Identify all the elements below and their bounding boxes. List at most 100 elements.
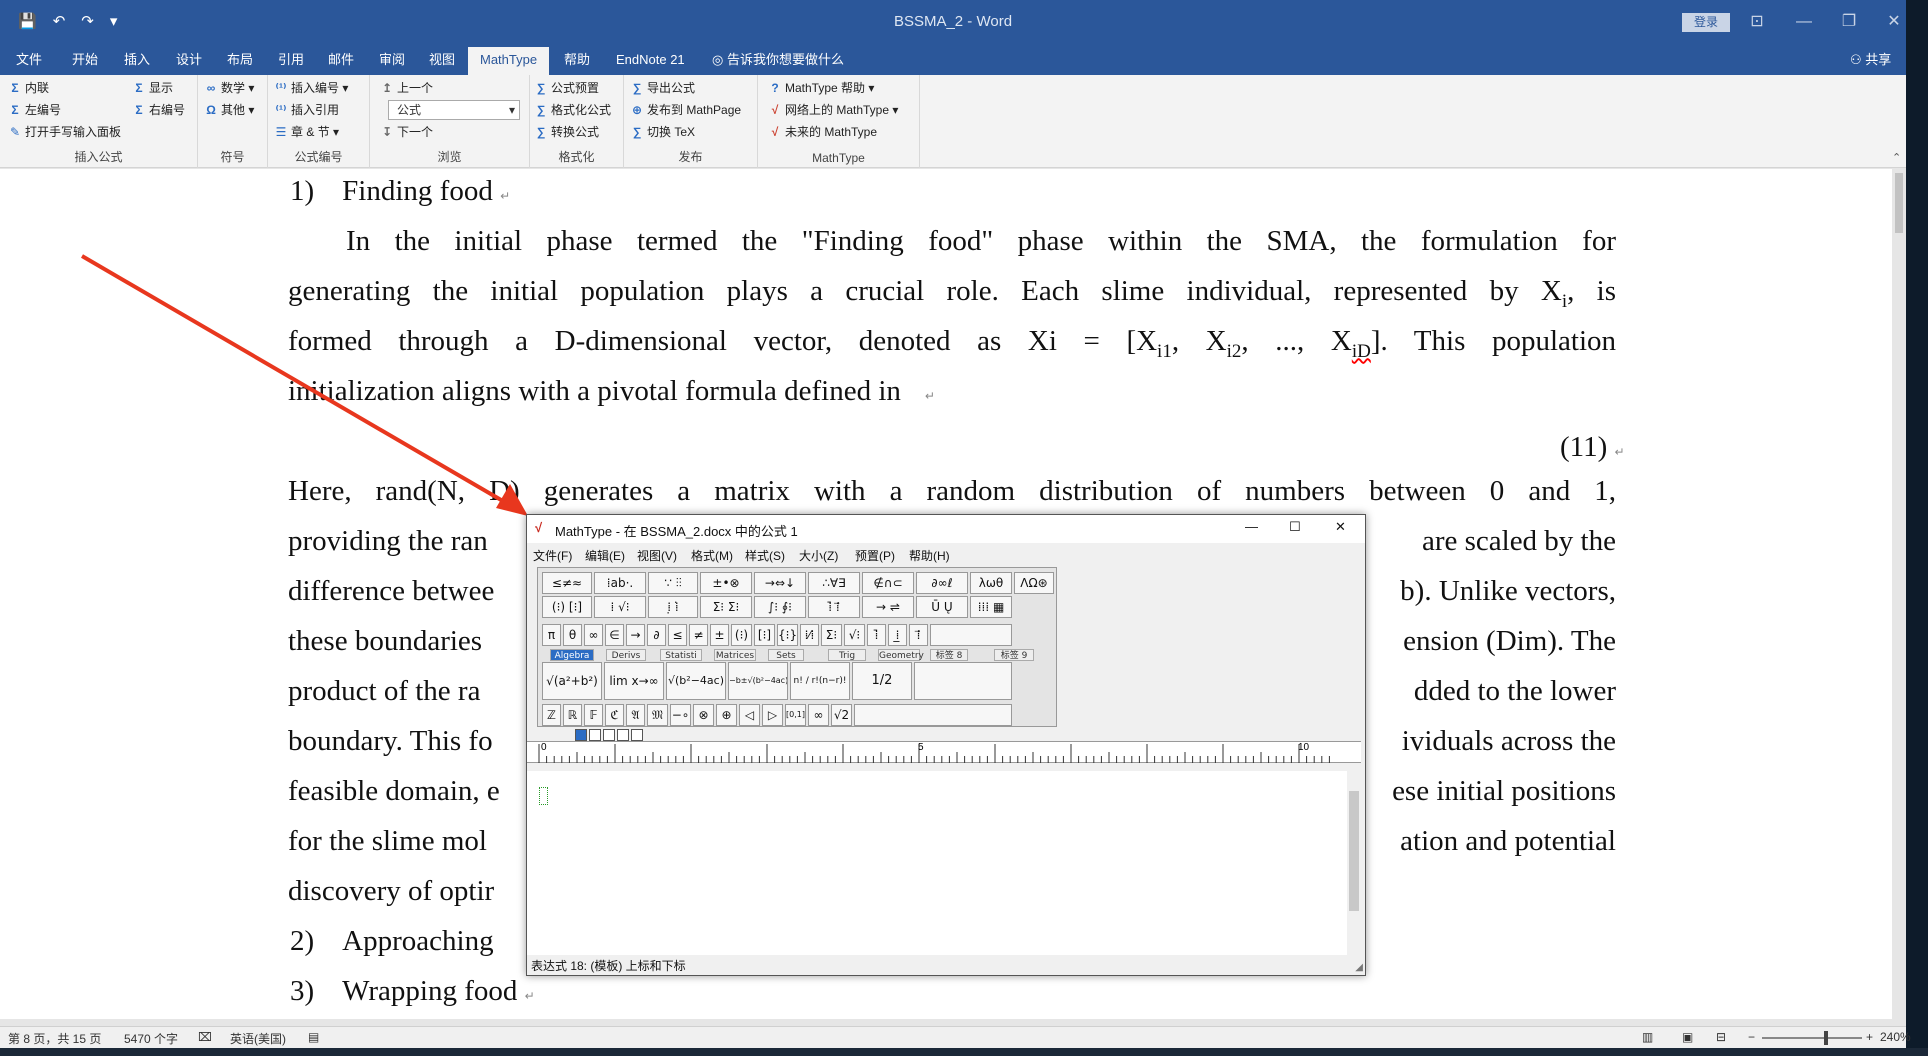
symbol-interval[interactable]: [0,1]: [785, 704, 806, 726]
language-indicator[interactable]: 英语(美国): [230, 1030, 286, 1047]
word-count[interactable]: 5470 个字: [124, 1030, 178, 1047]
symbol-fraktur-m[interactable]: 𝔐: [647, 704, 668, 726]
zoom-slider[interactable]: [1762, 1031, 1862, 1045]
palette-greek-lower[interactable]: λωθ: [970, 572, 1012, 594]
symbol-leq[interactable]: ≤: [668, 624, 687, 646]
symbol-infinity-small[interactable]: ∞: [808, 704, 829, 726]
symbol-oplus[interactable]: ⊕: [716, 704, 737, 726]
decimal-tab-icon[interactable]: [617, 729, 629, 741]
template-hypotenuse[interactable]: √(a²+b²): [542, 662, 602, 700]
template-empty-slot[interactable]: [914, 662, 1012, 700]
mt-close-button[interactable]: ✕: [1335, 519, 1346, 535]
palette-subscripts[interactable]: ⁞̣ ⁞̇: [648, 596, 698, 618]
palette-fences[interactable]: (⁝) [⁝]: [542, 596, 592, 618]
palette-operators[interactable]: ±•⊗: [700, 572, 752, 594]
left-tab-icon[interactable]: [575, 729, 587, 741]
symbol-reals[interactable]: ℝ: [563, 704, 582, 726]
palette-greek-upper[interactable]: ΛΩ⊛: [1014, 572, 1054, 594]
mt-menu-help[interactable]: 帮助(H): [909, 547, 950, 564]
mt-menu-file[interactable]: 文件(F): [533, 547, 572, 564]
symbol-fraktur-a[interactable]: 𝔄: [626, 704, 645, 726]
zoom-in-button[interactable]: +: [1866, 1030, 1873, 1044]
zoom-level[interactable]: 240%: [1880, 1030, 1911, 1044]
template-underbar[interactable]: ⁞̲: [888, 624, 907, 646]
right-tab-icon[interactable]: [603, 729, 615, 741]
palette-products[interactable]: Ū Ų: [916, 596, 968, 618]
web-layout-icon[interactable]: ⊟: [1716, 1030, 1726, 1044]
symbol-infinity[interactable]: ∞: [584, 624, 603, 646]
tab-algebra[interactable]: Algebra: [550, 649, 594, 661]
template-overbar[interactable]: ⁞̄: [867, 624, 886, 646]
read-mode-icon[interactable]: ▥: [1642, 1030, 1653, 1044]
palette-summations[interactable]: Σ⁝ Σ⁝: [700, 596, 752, 618]
mt-menu-format[interactable]: 格式(M): [691, 547, 733, 564]
tab-9[interactable]: 标签 9: [994, 649, 1034, 661]
tab-8[interactable]: 标签 8: [930, 649, 968, 661]
template-vector[interactable]: ⁞⃗: [909, 624, 928, 646]
bar-tab-icon[interactable]: [631, 729, 643, 741]
page-counter[interactable]: 第 8 页，共 15 页: [8, 1030, 101, 1047]
mt-menu-size[interactable]: 大小(Z): [799, 547, 838, 564]
symbol-otimes[interactable]: ⊗: [693, 704, 714, 726]
palette-logic[interactable]: ∴∀∃: [808, 572, 860, 594]
template-discriminant[interactable]: √(b²−4ac): [666, 662, 726, 700]
tab-geometry[interactable]: Geometry: [878, 649, 924, 661]
symbol-sqrt2[interactable]: √2: [831, 704, 852, 726]
mt-minimize-button[interactable]: —: [1245, 519, 1258, 534]
template-limit[interactable]: lim x→∞: [604, 662, 664, 700]
symbol-element-of[interactable]: ∈: [605, 624, 624, 646]
empty-slot-cursor[interactable]: [539, 787, 548, 805]
symbol-partial[interactable]: ∂: [647, 624, 666, 646]
symbol-integers[interactable]: ℤ: [542, 704, 561, 726]
symbol-pi[interactable]: π: [542, 624, 561, 646]
palette-bars[interactable]: ⁞̄ ⁞⃗: [808, 596, 860, 618]
tab-derivs[interactable]: Derivs: [606, 649, 646, 661]
resize-grip-icon[interactable]: ◢: [1355, 962, 1363, 973]
symbol-triangle-left[interactable]: ◁: [739, 704, 760, 726]
palette-relations[interactable]: ≤≠≈: [542, 572, 592, 594]
palette-spaces[interactable]: ⁞ab·.: [594, 572, 646, 594]
palette-empty-row[interactable]: [854, 704, 1012, 726]
template-half[interactable]: 1/2: [852, 662, 912, 700]
equation-edit-area[interactable]: [527, 771, 1347, 955]
symbol-arrow[interactable]: →: [626, 624, 645, 646]
template-combination[interactable]: n! / r!(n−r)!: [790, 662, 850, 700]
mt-vertical-scrollbar[interactable]: [1347, 771, 1361, 955]
symbol-fraktur-f[interactable]: 𝔽: [584, 704, 603, 726]
palette-sets[interactable]: ∉∩⊂: [862, 572, 914, 594]
template-fraction[interactable]: ⁞⁄⁞: [800, 624, 819, 646]
tab-matrices[interactable]: Matrices: [714, 649, 756, 661]
palette-matrices[interactable]: ⁞⁞⁞ ▦: [970, 596, 1012, 618]
symbol-neq[interactable]: ≠: [689, 624, 708, 646]
mt-menu-edit[interactable]: 编辑(E): [585, 547, 625, 564]
center-tab-icon[interactable]: [589, 729, 601, 741]
template-brackets[interactable]: [⁝]: [754, 624, 775, 646]
mt-menu-view[interactable]: 视图(V): [637, 547, 677, 564]
symbol-complex[interactable]: ℭ: [605, 704, 624, 726]
symbol-triangle-right[interactable]: ▷: [762, 704, 783, 726]
template-braces[interactable]: {⁝}: [777, 624, 798, 646]
mt-maximize-button[interactable]: ☐: [1289, 519, 1301, 535]
tab-statistics[interactable]: Statisti: [660, 649, 702, 661]
zoom-out-button[interactable]: −: [1748, 1030, 1755, 1044]
template-parens[interactable]: (⁝): [731, 624, 752, 646]
palette-embellishments[interactable]: ∵ ⫶⫶: [648, 572, 698, 594]
tab-sets[interactable]: Sets: [768, 649, 804, 661]
tab-trig[interactable]: Trig: [828, 649, 866, 661]
mt-menu-style[interactable]: 样式(S): [745, 547, 785, 564]
proofing-icon[interactable]: ⌧: [198, 1030, 212, 1044]
symbol-plusminus[interactable]: ±: [710, 624, 729, 646]
template-sqrt[interactable]: √⁝: [844, 624, 865, 646]
template-sum[interactable]: Σ⁝: [821, 624, 842, 646]
print-layout-icon[interactable]: ▣: [1682, 1030, 1693, 1044]
palette-arrows[interactable]: →⇔↓: [754, 572, 806, 594]
mt-menu-preferences[interactable]: 预置(P): [855, 547, 895, 564]
palette-integrals[interactable]: ∫⁝ ∮⁝: [754, 596, 806, 618]
palette-fractions-radicals[interactable]: ⁞ √⁝: [594, 596, 646, 618]
mathtype-ruler[interactable]: 0 5 10: [527, 741, 1361, 763]
symbol-theta[interactable]: θ: [563, 624, 582, 646]
palette-misc[interactable]: ∂∞ℓ: [916, 572, 968, 594]
palette-labeled-arrows[interactable]: → ⇌: [862, 596, 914, 618]
palette-empty-slot[interactable]: [930, 624, 1012, 646]
symbol-multimap[interactable]: −∘: [670, 704, 691, 726]
